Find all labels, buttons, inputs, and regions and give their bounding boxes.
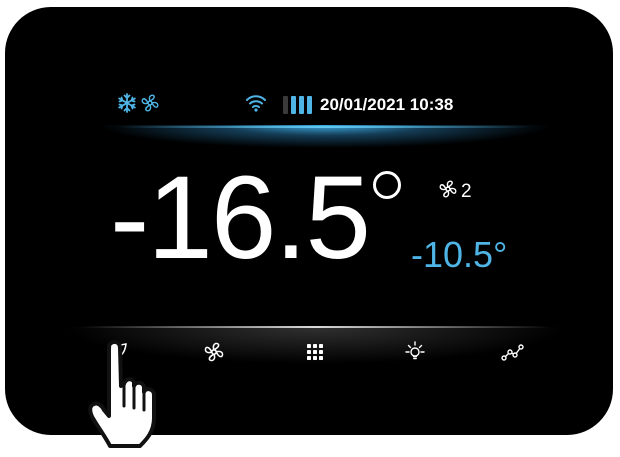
snowflake-icon	[117, 92, 137, 118]
bottom-divider	[80, 326, 550, 328]
chart-icon[interactable]	[501, 340, 525, 364]
fan-icon	[140, 93, 160, 118]
setpoint-temperature: -10.5°	[411, 234, 508, 275]
light-bulb-icon[interactable]	[403, 340, 427, 364]
pointing-hand-icon	[88, 339, 168, 457]
fan-icon	[438, 179, 458, 205]
menu-grid-icon[interactable]	[303, 340, 327, 364]
datetime-label: 20/01/2021 10:38	[320, 95, 454, 114]
fan-speed-indicator: 2	[438, 179, 472, 205]
current-temperature: -16.5	[110, 152, 371, 284]
degree-symbol	[373, 171, 401, 199]
wifi-icon	[245, 94, 267, 117]
fan-speed-value: 2	[461, 181, 472, 202]
battery-icon	[283, 96, 312, 114]
status-icons-right: 20/01/2021 10:38	[245, 94, 454, 117]
fan-icon[interactable]	[202, 340, 226, 364]
status-icons-left	[117, 92, 160, 118]
top-divider	[120, 126, 530, 128]
